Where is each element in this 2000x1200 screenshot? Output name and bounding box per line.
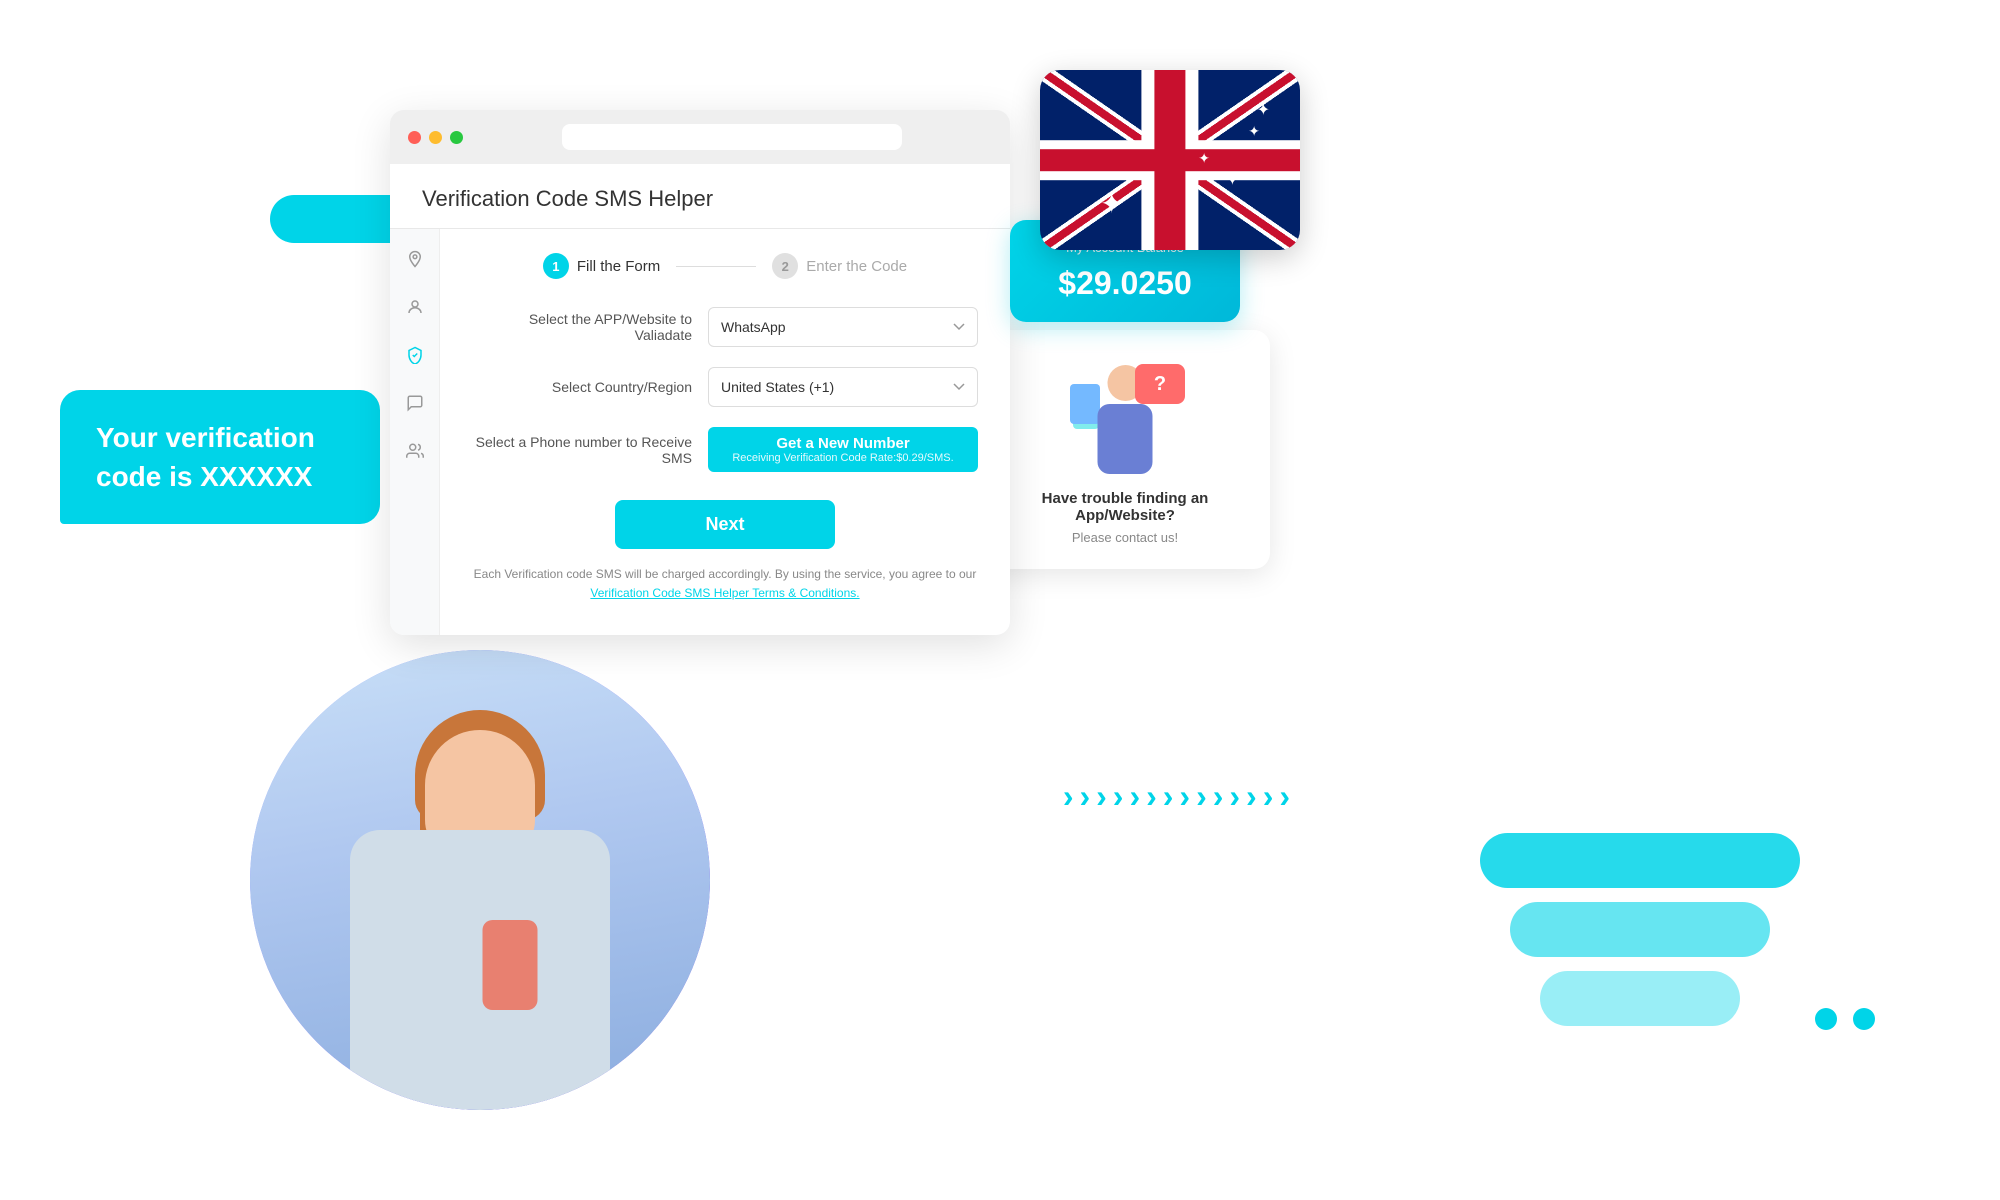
chevron-icon: › — [1063, 778, 1074, 815]
chevron-icon: › — [1079, 778, 1090, 815]
chevron-icon: › — [1113, 778, 1124, 815]
deco-waves — [1480, 833, 1800, 1040]
terms-link[interactable]: Verification Code SMS Helper Terms & Con… — [590, 586, 859, 600]
sidebar-icon-shield[interactable] — [401, 341, 429, 369]
sidebar-icon-contacts[interactable] — [401, 437, 429, 465]
chevron-icon: › — [1096, 778, 1107, 815]
help-subtitle: Please contact us! — [1004, 530, 1246, 545]
app-label: Select the APP/Website to Valiadate — [472, 311, 692, 343]
get-number-subtitle: Receiving Verification Code Rate:$0.29/S… — [724, 452, 962, 464]
step-divider — [676, 266, 756, 267]
phone-label: Select a Phone number to Receive SMS — [472, 434, 692, 466]
illus-question-bubble — [1135, 364, 1185, 404]
illus-body — [1098, 404, 1153, 474]
step-2: 2 Enter the Code — [772, 253, 907, 279]
chevron-icon: › — [1146, 778, 1157, 815]
person-body — [350, 830, 610, 1110]
main-window: Verification Code SMS Helper — [390, 110, 1010, 635]
window-body: 1 Fill the Form 2 Enter the Code Select … — [390, 229, 1010, 635]
chevron-icon: › — [1229, 778, 1240, 815]
form-row-phone: Select a Phone number to Receive SMS Get… — [472, 427, 978, 472]
sidebar-icon-location[interactable] — [401, 245, 429, 273]
sidebar — [390, 229, 440, 635]
next-button-container: Next — [472, 500, 978, 549]
help-illustration — [1065, 354, 1185, 474]
form-row-app: Select the APP/Website to Valiadate What… — [472, 307, 978, 347]
step-1: 1 Fill the Form — [543, 253, 660, 279]
help-card: Have trouble finding an App/Website? Ple… — [980, 330, 1270, 569]
person-circle-image — [250, 650, 710, 1110]
chevron-icon: › — [1263, 778, 1274, 815]
chevron-icon: › — [1196, 778, 1207, 815]
chevron-icon: › — [1213, 778, 1224, 815]
sidebar-icon-message[interactable] — [401, 389, 429, 417]
chevrons-decoration: › › › › › › › › › › › › › › — [1063, 778, 1290, 815]
country-select[interactable]: United States (+1) — [708, 367, 978, 407]
account-balance-value: $29.0250 — [1034, 265, 1216, 302]
help-title: Have trouble finding an App/Website? — [1004, 490, 1246, 524]
terms-static-text: Each Verification code SMS will be charg… — [474, 567, 977, 581]
australia-flag: ✦ ✦ ✦ ✦ ✦ — [1040, 70, 1300, 250]
form-row-country: Select Country/Region United States (+1) — [472, 367, 978, 407]
deco-dots — [1815, 1008, 1875, 1030]
illus-book — [1070, 384, 1100, 424]
get-number-title: Get a New Number — [724, 435, 962, 452]
main-form-content: 1 Fill the Form 2 Enter the Code Select … — [440, 229, 1010, 635]
chevron-icon: › — [1246, 778, 1257, 815]
step1-circle: 1 — [543, 253, 569, 279]
chevron-icon: › — [1279, 778, 1290, 815]
traffic-light-maximize[interactable] — [450, 131, 463, 144]
step2-label: Enter the Code — [806, 258, 907, 275]
chevron-icon: › — [1129, 778, 1140, 815]
step2-circle: 2 — [772, 253, 798, 279]
terms-text: Each Verification code SMS will be charg… — [472, 565, 978, 603]
person-phone — [483, 920, 538, 1010]
window-title: Verification Code SMS Helper — [422, 186, 713, 211]
traffic-light-close[interactable] — [408, 131, 421, 144]
next-button[interactable]: Next — [615, 500, 834, 549]
get-number-button[interactable]: Get a New Number Receiving Verification … — [708, 427, 978, 472]
url-bar[interactable] — [562, 124, 902, 150]
chat-bubble: Your verification code is XXXXXX — [60, 390, 380, 524]
country-label: Select Country/Region — [472, 379, 692, 395]
step1-label: Fill the Form — [577, 258, 660, 275]
sidebar-icon-user[interactable] — [401, 293, 429, 321]
chevron-icon: › — [1163, 778, 1174, 815]
window-titlebar — [390, 110, 1010, 164]
traffic-light-minimize[interactable] — [429, 131, 442, 144]
chat-bubble-text: Your verification code is XXXXXX — [96, 422, 315, 492]
steps-header: 1 Fill the Form 2 Enter the Code — [472, 253, 978, 279]
chevron-icon: › — [1179, 778, 1190, 815]
window-header: Verification Code SMS Helper — [390, 164, 1010, 229]
app-select[interactable]: WhatsApp — [708, 307, 978, 347]
